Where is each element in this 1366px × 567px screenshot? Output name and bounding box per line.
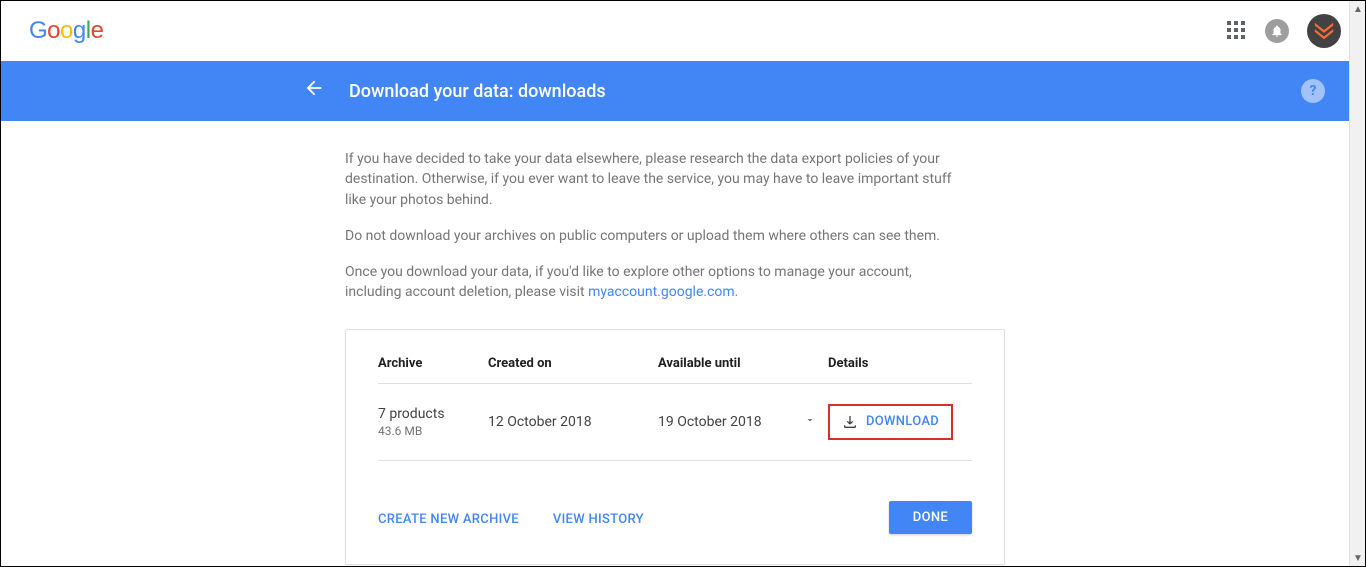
intro-text-1: If you have decided to take your data el… <box>345 149 965 210</box>
view-history-button[interactable]: VIEW HISTORY <box>553 512 644 527</box>
download-button[interactable]: DOWNLOAD <box>828 404 953 440</box>
created-cell: 12 October 2018 <box>488 414 658 430</box>
chevron-down-icon[interactable] <box>804 414 816 429</box>
table-row: 7 products 43.6 MB 12 October 2018 19 Oc… <box>378 384 972 461</box>
myaccount-link[interactable]: myaccount.google.com <box>588 284 735 300</box>
archive-cell: 7 products 43.6 MB <box>378 406 488 438</box>
archive-card: Archive Created on Available until Detai… <box>345 329 1005 565</box>
help-icon[interactable]: ? <box>1301 79 1325 103</box>
apps-icon[interactable] <box>1227 21 1247 41</box>
scroll-down-icon[interactable]: ▼ <box>1350 550 1366 566</box>
card-actions: CREATE NEW ARCHIVE VIEW HISTORY DONE <box>378 501 972 534</box>
header-created: Created on <box>488 356 658 371</box>
intro-text-3: Once you download your data, if you'd li… <box>345 262 965 303</box>
page-title: Download your data: downloads <box>349 81 606 102</box>
scroll-up-icon[interactable]: ▲ <box>1350 1 1366 17</box>
table-header: Archive Created on Available until Detai… <box>378 356 972 384</box>
topbar-right <box>1227 14 1341 48</box>
done-button[interactable]: DONE <box>889 501 972 534</box>
create-new-archive-button[interactable]: CREATE NEW ARCHIVE <box>378 512 519 527</box>
details-cell: DOWNLOAD <box>828 404 972 440</box>
archive-products: 7 products <box>378 406 488 422</box>
intro-text-2: Do not download your archives on public … <box>345 226 965 246</box>
header-details: Details <box>828 356 972 371</box>
scrollbar[interactable]: ▲ ▼ <box>1349 1 1365 566</box>
content: If you have decided to take your data el… <box>1 121 1001 565</box>
header-available: Available until <box>658 356 828 371</box>
google-logo[interactable]: Google <box>29 17 103 45</box>
notifications-icon[interactable] <box>1265 19 1289 43</box>
available-cell: 19 October 2018 <box>658 414 828 430</box>
topbar: Google <box>1 1 1365 61</box>
download-icon <box>842 414 858 430</box>
archive-size: 43.6 MB <box>378 424 488 438</box>
header-archive: Archive <box>378 356 488 371</box>
back-arrow-icon[interactable] <box>303 77 325 105</box>
page-header: Download your data: downloads ? <box>1 61 1349 121</box>
user-avatar[interactable] <box>1307 14 1341 48</box>
